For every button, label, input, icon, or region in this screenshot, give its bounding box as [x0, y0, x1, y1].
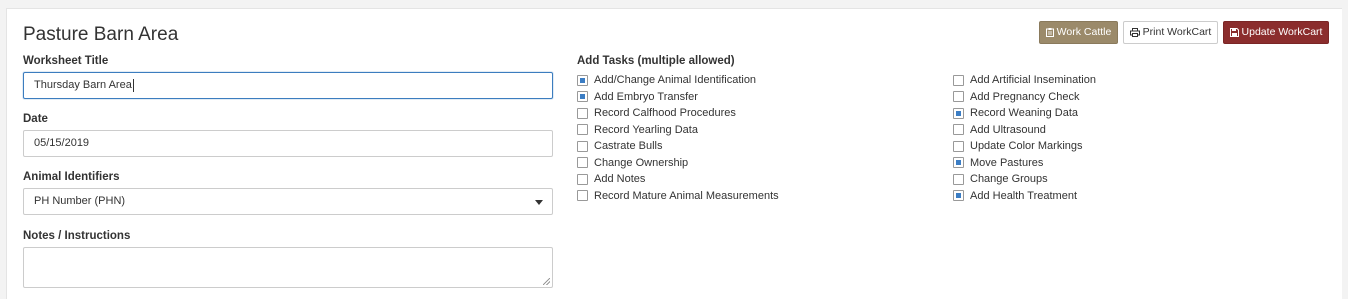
- task-change-groups[interactable]: Change Groups: [953, 171, 1096, 188]
- task-record-weaning-data[interactable]: Record Weaning Data: [953, 105, 1096, 122]
- work-cattle-button[interactable]: Work Cattle: [1039, 21, 1118, 44]
- print-workcart-button[interactable]: Print WorkCart: [1123, 21, 1218, 44]
- task-label: Record Yearling Data: [594, 123, 698, 136]
- task-checkbox[interactable]: [577, 157, 588, 169]
- task-checkbox[interactable]: [953, 140, 964, 152]
- task-label: Add Notes: [594, 173, 646, 186]
- toolbar: Work Cattle Print WorkCart Update WorkCa…: [1039, 21, 1329, 44]
- date-value: 05/15/2019: [34, 137, 90, 149]
- task-checkbox[interactable]: [953, 124, 964, 136]
- task-label: Add Artificial Insemination: [970, 74, 1096, 87]
- task-checkbox[interactable]: [953, 107, 964, 119]
- task-label: Add Health Treatment: [970, 189, 1078, 202]
- task-checkbox[interactable]: [577, 91, 588, 103]
- page-title: Pasture Barn Area: [23, 24, 179, 45]
- task-checkbox[interactable]: [953, 74, 964, 86]
- animal-identifiers-select[interactable]: PH Number (PHN): [23, 188, 553, 215]
- chevron-down-icon: [535, 200, 543, 205]
- date-label: Date: [23, 113, 48, 125]
- task-checkbox[interactable]: [577, 74, 588, 86]
- task-checkbox[interactable]: [577, 173, 588, 185]
- text-caret: [132, 78, 134, 92]
- resize-handle-icon[interactable]: [543, 278, 550, 285]
- task-label: Move Pastures: [970, 156, 1044, 169]
- worksheet-title-label: Worksheet Title: [23, 55, 109, 67]
- task-label: Record Mature Animal Measurements: [594, 189, 779, 202]
- task-update-color-markings[interactable]: Update Color Markings: [953, 138, 1096, 155]
- tasks-right-column: Add Artificial Insemination Add Pregnancy…: [953, 72, 1096, 204]
- print-workcart-label: Print WorkCart: [1142, 26, 1212, 38]
- task-change-ownership[interactable]: Change Ownership: [577, 155, 779, 172]
- save-icon: [1229, 28, 1239, 37]
- task-add-embryo-transfer[interactable]: Add Embryo Transfer: [577, 89, 779, 106]
- task-label: Update Color Markings: [970, 140, 1083, 153]
- animal-identifiers-label: Animal Identifiers: [23, 171, 120, 183]
- task-checkbox[interactable]: [577, 140, 588, 152]
- notes-label: Notes / Instructions: [23, 230, 131, 242]
- task-record-calfhood-procedures[interactable]: Record Calfhood Procedures: [577, 105, 779, 122]
- notes-textarea[interactable]: [23, 247, 553, 288]
- task-checkbox[interactable]: [577, 190, 588, 202]
- task-add-pregnancy-check[interactable]: Add Pregnancy Check: [953, 89, 1096, 106]
- clipboard-icon: [1045, 28, 1054, 37]
- printer-icon: [1129, 28, 1140, 37]
- task-checkbox[interactable]: [953, 157, 964, 169]
- task-label: Change Ownership: [594, 156, 689, 169]
- update-workcart-button[interactable]: Update WorkCart: [1223, 21, 1329, 44]
- worksheet-title-value: Thursday Barn Area: [34, 79, 132, 91]
- task-add-ultrasound[interactable]: Add Ultrasound: [953, 122, 1096, 139]
- update-workcart-label: Update WorkCart: [1241, 26, 1323, 38]
- task-move-pastures[interactable]: Move Pastures: [953, 155, 1096, 172]
- task-label: Add Embryo Transfer: [594, 90, 698, 103]
- task-label: Castrate Bulls: [594, 140, 663, 153]
- task-label: Record Weaning Data: [970, 107, 1079, 120]
- date-input[interactable]: 05/15/2019: [23, 130, 553, 157]
- task-castrate-bulls[interactable]: Castrate Bulls: [577, 138, 779, 155]
- task-record-mature-animal-measurements[interactable]: Record Mature Animal Measurements: [577, 188, 779, 205]
- animal-identifiers-value: PH Number (PHN): [34, 195, 126, 207]
- task-label: Record Calfhood Procedures: [594, 107, 736, 120]
- task-checkbox[interactable]: [577, 124, 588, 136]
- task-label: Add Ultrasound: [970, 123, 1046, 136]
- task-add-artificial-insemination[interactable]: Add Artificial Insemination: [953, 72, 1096, 89]
- task-checkbox[interactable]: [577, 107, 588, 119]
- add-tasks-label: Add Tasks (multiple allowed): [577, 55, 735, 67]
- worksheet-title-input[interactable]: Thursday Barn Area: [23, 72, 553, 99]
- task-label: Add Pregnancy Check: [970, 90, 1080, 103]
- task-label: Add/Change Animal Identification: [594, 74, 757, 87]
- task-checkbox[interactable]: [953, 91, 964, 103]
- task-add-health-treatment[interactable]: Add Health Treatment: [953, 188, 1096, 205]
- task-checkbox[interactable]: [953, 173, 964, 185]
- task-label: Change Groups: [970, 173, 1048, 186]
- task-checkbox[interactable]: [953, 190, 964, 202]
- work-cattle-label: Work Cattle: [1056, 26, 1112, 38]
- task-add-change-animal-identification[interactable]: Add/Change Animal Identification: [577, 72, 779, 89]
- task-add-notes[interactable]: Add Notes: [577, 171, 779, 188]
- task-record-yearling-data[interactable]: Record Yearling Data: [577, 122, 779, 139]
- tasks-left-column: Add/Change Animal Identification Add Embr…: [577, 72, 779, 204]
